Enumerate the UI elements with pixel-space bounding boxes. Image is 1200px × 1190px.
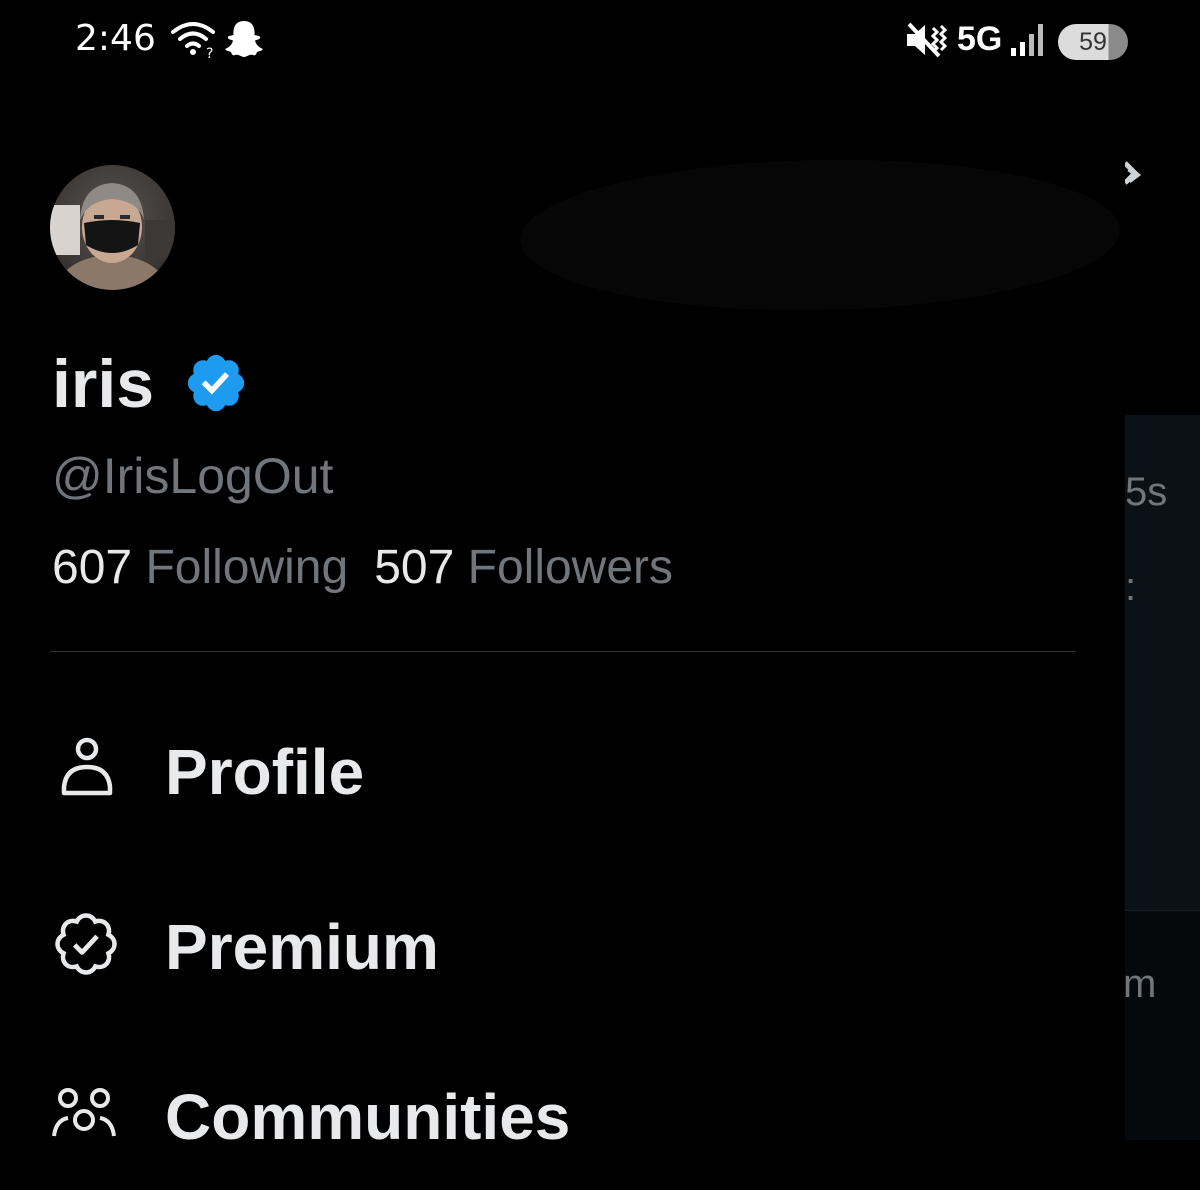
background-text-fragment: : bbox=[1125, 565, 1137, 609]
svg-text:?: ? bbox=[206, 46, 213, 58]
divider bbox=[50, 651, 1076, 652]
person-icon bbox=[61, 737, 113, 796]
verified-badge-icon bbox=[187, 354, 245, 412]
wifi-icon: ? bbox=[171, 22, 215, 58]
snapchat-icon bbox=[225, 21, 263, 57]
menu-item-premium[interactable]: Premium bbox=[50, 910, 1050, 1020]
verified-outline-icon bbox=[55, 913, 117, 975]
status-time: 2:46 bbox=[75, 18, 156, 59]
vibrate-icon bbox=[907, 22, 948, 58]
followers-count: 507 bbox=[374, 541, 455, 594]
background-text-fragment: 5s bbox=[1125, 470, 1168, 514]
menu-item-communities[interactable]: Communities bbox=[50, 1080, 1050, 1190]
communities-icon bbox=[52, 1088, 116, 1137]
following-count: 607 bbox=[52, 541, 133, 594]
followers-link[interactable]: 507 Followers bbox=[374, 541, 673, 594]
profile-name[interactable]: iris bbox=[52, 345, 154, 423]
background-app: 5s : m bbox=[1125, 0, 1200, 1140]
status-bar: 2:46 ? 5G 59 bbox=[0, 0, 1200, 80]
battery-level: 59 bbox=[1079, 28, 1107, 56]
following-link[interactable]: 607 Following bbox=[52, 541, 348, 594]
background-text-fragment: m bbox=[1125, 962, 1157, 1006]
menu-item-label: Profile bbox=[165, 736, 365, 808]
follow-stats: 607 Following 507 Followers bbox=[52, 540, 673, 595]
following-label: Following bbox=[145, 541, 349, 594]
network-type: 5G bbox=[957, 20, 1003, 58]
side-drawer: iris @IrisLogOut 607 Following 507 Follow… bbox=[0, 0, 1125, 1153]
avatar[interactable] bbox=[50, 165, 175, 290]
menu-item-label: Communities bbox=[165, 1081, 571, 1153]
battery-icon: 59 bbox=[1058, 24, 1128, 60]
redaction-scribble bbox=[518, 154, 1122, 316]
sparkle-icon bbox=[1125, 161, 1142, 185]
menu-item-profile[interactable]: Profile bbox=[50, 735, 1050, 845]
followers-label: Followers bbox=[467, 541, 674, 594]
signal-icon bbox=[1011, 24, 1043, 56]
menu-item-label: Premium bbox=[165, 911, 439, 983]
profile-handle[interactable]: @IrisLogOut bbox=[52, 447, 333, 505]
background-panel-lower bbox=[1125, 910, 1200, 1140]
